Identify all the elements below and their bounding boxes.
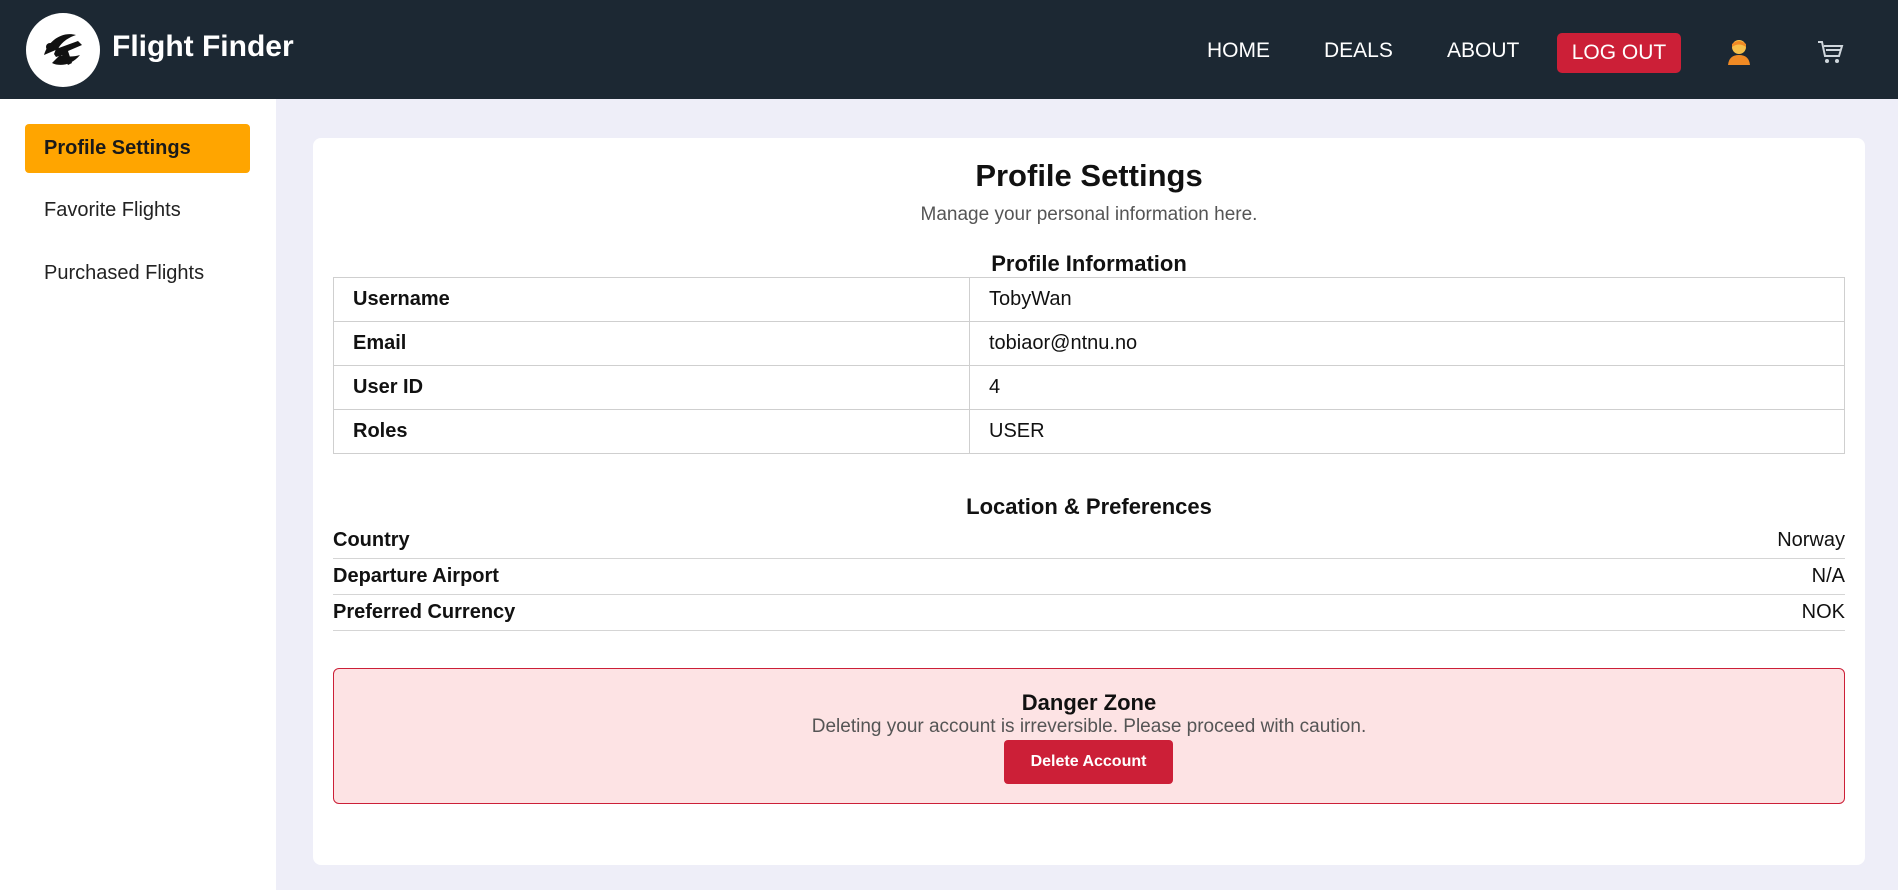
table-row: User ID 4 <box>333 365 1845 410</box>
username-label: Username <box>333 277 970 322</box>
email-label: Email <box>333 321 970 366</box>
sidebar-item-favorite-flights[interactable]: Favorite Flights <box>25 186 250 235</box>
sidebar-item-profile-settings[interactable]: Profile Settings <box>25 124 250 173</box>
profile-table: Username TobyWan Email tobiaor@ntnu.no U… <box>333 277 1845 454</box>
nav-home[interactable]: HOME <box>1207 39 1270 63</box>
cart-icon[interactable] <box>1813 35 1847 69</box>
country-value: Norway <box>1777 529 1845 551</box>
delete-account-button[interactable]: Delete Account <box>1004 740 1173 784</box>
table-row: Username TobyWan <box>333 277 1845 322</box>
logo[interactable] <box>26 13 100 87</box>
location-preferences-heading: Location & Preferences <box>966 494 1212 519</box>
pref-row-country: Country Norway <box>333 523 1845 559</box>
user-icon[interactable] <box>1722 35 1756 69</box>
page-subtitle: Manage your personal information here. <box>920 204 1258 225</box>
danger-zone-title: Danger Zone <box>1021 690 1157 715</box>
airplane-logo-icon <box>34 21 92 79</box>
brand-name[interactable]: Flight Finder <box>112 30 294 64</box>
username-value: TobyWan <box>969 277 1845 322</box>
user-id-value: 4 <box>969 365 1845 410</box>
profile-info-heading: Profile Information <box>991 251 1187 276</box>
nav-deals[interactable]: DEALS <box>1324 39 1393 63</box>
table-row: Email tobiaor@ntnu.no <box>333 321 1845 366</box>
logout-button[interactable]: LOG OUT <box>1557 33 1681 73</box>
sidebar: Profile Settings Favorite Flights Purcha… <box>0 99 276 890</box>
table-row: Roles USER <box>333 409 1845 454</box>
roles-value: USER <box>969 409 1845 454</box>
profile-card: Profile Settings Manage your personal in… <box>313 138 1865 865</box>
departure-airport-value: N/A <box>1811 565 1845 587</box>
preferred-currency-label: Preferred Currency <box>333 601 516 623</box>
top-navbar: Flight Finder HOME DEALS ABOUT LOG OUT <box>0 0 1898 99</box>
roles-label: Roles <box>333 409 970 454</box>
user-id-label: User ID <box>333 365 970 410</box>
sidebar-item-purchased-flights[interactable]: Purchased Flights <box>25 249 250 298</box>
danger-zone-text: Deleting your account is irreversible. P… <box>811 716 1367 737</box>
email-value: tobiaor@ntnu.no <box>969 321 1845 366</box>
departure-airport-label: Departure Airport <box>333 565 499 587</box>
page-title: Profile Settings <box>975 158 1203 193</box>
pref-row-departure-airport: Departure Airport N/A <box>333 559 1845 595</box>
danger-zone: Danger Zone Deleting your account is irr… <box>333 668 1845 804</box>
nav-about[interactable]: ABOUT <box>1447 39 1519 63</box>
country-label: Country <box>333 529 410 551</box>
pref-row-preferred-currency: Preferred Currency NOK <box>333 595 1845 631</box>
preferred-currency-value: NOK <box>1801 601 1845 623</box>
